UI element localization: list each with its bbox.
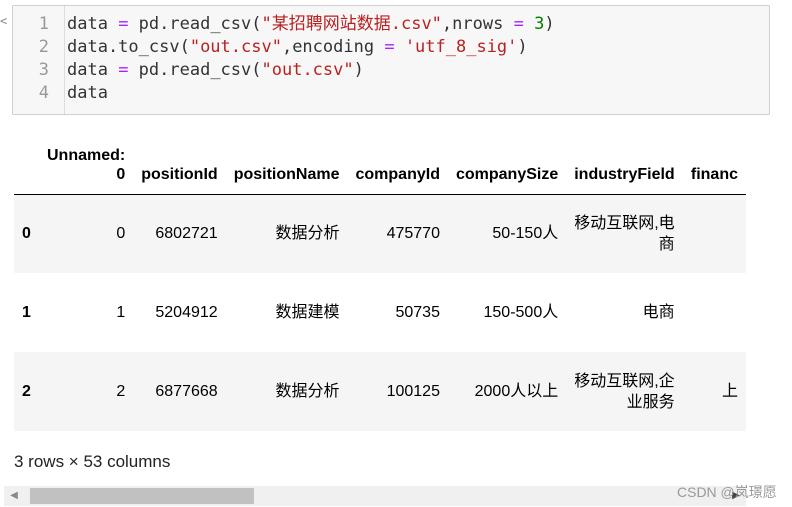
line-number: 1 [38,14,49,34]
code-token: ) [544,14,555,34]
code-token: = [118,60,129,80]
column-header: financ [682,138,746,195]
code-token: data.to_csv( [67,37,190,57]
dataframe-table: Unnamed: 0 positionId positionName companyId… [14,138,746,431]
table-cell: 6877668 [155,383,218,400]
column-header: positionName [225,138,348,195]
table-cell: 数据分析 [275,225,340,243]
table-row: 1 1 5204912 数据建模 50735 150-500人 电商 [14,273,746,352]
row-index: 2 [22,383,31,400]
index-header [14,138,39,195]
code-token: ,encoding [281,37,385,57]
table-cell: 数据分析 [275,383,340,400]
code-cell-editor[interactable]: 1 data = pd.read_csv("某招聘网站数据.csv",nrows … [12,5,770,115]
code-token: pd.read_csv( [128,60,262,80]
table-cell [683,273,746,352]
code-token: = [384,37,395,57]
table-cell: 150-500人 [483,304,559,321]
scrollbar-thumb[interactable] [30,488,254,504]
line-number: 4 [38,83,49,103]
table-cell: 6802721 [155,225,218,243]
code-token: "out.csv" [189,37,282,57]
code-text[interactable]: data = pd.read_csv("out.csv") [67,59,364,82]
code-token: 3 [534,14,545,34]
code-text[interactable]: data.to_csv("out.csv",encoding = 'utf_8_… [67,36,528,59]
code-token: ) [353,60,364,80]
code-token: data [67,60,119,80]
column-header: Unnamed: 0 [39,138,134,195]
code-token: ) [517,37,528,57]
table-cell: 移动互联网,企 业服务 [574,372,675,411]
dataframe-output: Unnamed: 0 positionId positionName companyId… [14,138,746,432]
column-header: industryField [566,138,683,195]
table-cell: 上 [721,383,738,400]
code-token: pd.read_csv( [128,14,262,34]
table-row: 0 0 6802721 数据分析 475770 50-150人 移动互联网,电商 [14,194,746,273]
line-number: 3 [38,60,49,80]
table-cell: 0 [116,225,126,243]
table-cell: 移动互联网,电商 [574,214,675,253]
table-cell: 电商 [642,304,675,321]
code-token: 'utf_8_sig' [404,37,518,57]
code-token: "某招聘网站数据.csv" [261,14,442,34]
table-cell: 5204912 [155,304,218,321]
code-text[interactable]: data [67,82,108,105]
code-line[interactable]: 4 data [13,82,763,105]
code-token: "out.csv" [261,60,354,80]
dataframe-shape-summary: 3 rows × 53 columns [14,452,171,471]
scroll-left-arrow-icon[interactable]: ◀ [4,486,24,506]
cell-prompt-marker: < [0,14,8,28]
table-cell: 50735 [395,304,440,321]
code-token: = [513,14,524,34]
table-cell: 50-150人 [492,225,559,243]
table-cell: 数据建模 [275,304,340,321]
column-header: companyId [347,138,448,195]
code-line[interactable]: 3 data = pd.read_csv("out.csv") [13,59,763,82]
table-cell: 475770 [386,225,440,243]
csdn-watermark: CSDN @岚璟愿 [677,484,777,500]
column-header: companySize [447,138,567,195]
row-index: 1 [22,304,31,321]
table-row: 2 2 6877668 数据分析 100125 2000人以上 移动互联网,企 业服务 上 [14,352,746,431]
line-number: 2 [38,37,49,57]
code-text[interactable]: data = pd.read_csv("某招聘网站数据.csv",nrows =… [67,13,555,36]
table-cell: 100125 [386,383,440,400]
table-cell: 2000人以上 [474,383,559,400]
code-line[interactable]: 2 data.to_csv("out.csv",encoding = 'utf_8… [13,36,763,59]
code-token: data [67,83,108,103]
table-cell [683,194,746,273]
row-index: 0 [22,225,31,243]
table-cell: 2 [116,383,126,400]
code-token: ,nrows [441,14,514,34]
code-line[interactable]: 1 data = pd.read_csv("某招聘网站数据.csv",nrows … [13,13,763,36]
code-token: data [67,14,119,34]
table-cell: 1 [116,304,126,321]
code-token: = [118,14,129,34]
horizontal-scrollbar[interactable]: ◀ ▶ [4,486,746,506]
column-header: positionId [133,138,226,195]
